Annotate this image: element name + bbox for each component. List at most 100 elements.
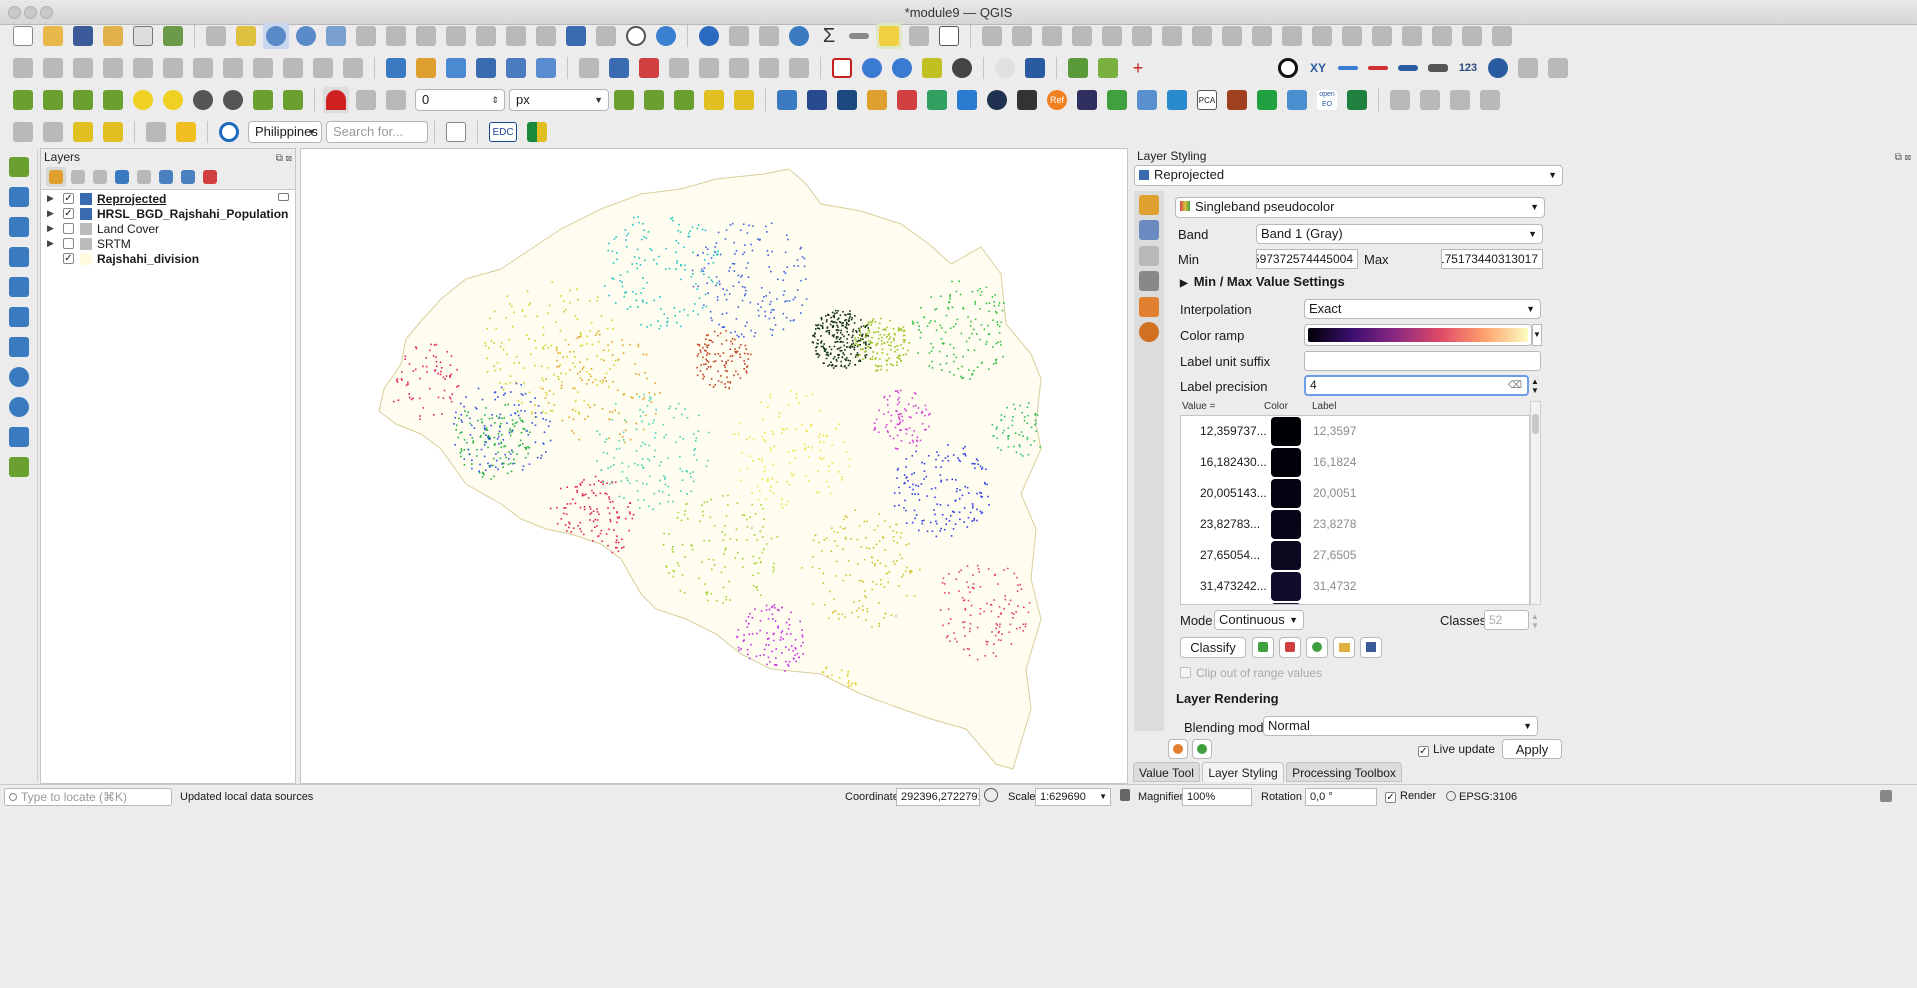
class-row[interactable]: 27,65054... 27,6505 xyxy=(1181,540,1529,571)
vertex-tool-icon[interactable] xyxy=(130,55,156,81)
delete-part-icon[interactable] xyxy=(1159,23,1185,49)
expand-arrow-icon[interactable]: ▶ xyxy=(47,193,57,204)
trace-icon[interactable] xyxy=(701,87,727,113)
plugin-4-icon[interactable] xyxy=(894,87,920,113)
collapse-all-icon[interactable] xyxy=(178,167,198,187)
undo-style-button[interactable] xyxy=(1168,739,1188,759)
class-color-swatch[interactable] xyxy=(1271,541,1301,570)
live-update-checkbox[interactable]: ✓ Live update xyxy=(1418,742,1495,757)
new-project-icon[interactable] xyxy=(10,23,36,49)
zoom-out-icon[interactable] xyxy=(293,23,319,49)
layer-item[interactable]: ▶ SRTM xyxy=(41,236,131,251)
crosshair-icon[interactable]: + xyxy=(1125,55,1151,81)
minmax-settings-toggle[interactable]: ▶ Min / Max Value Settings xyxy=(1180,274,1345,289)
label-column-header[interactable]: Label xyxy=(1312,401,1336,412)
sphere-tool-1-icon[interactable] xyxy=(190,87,216,113)
classes-spinner[interactable]: ▲ ▼ xyxy=(1530,612,1540,630)
country-select[interactable]: Philippines ▼ xyxy=(248,121,322,143)
plugin-openeo-icon[interactable]: open EO xyxy=(1314,87,1340,113)
class-row[interactable]: 12,359737... 12,3597 xyxy=(1181,416,1529,447)
cross-tool-icon[interactable] xyxy=(1545,55,1571,81)
reverse-ramp-button[interactable] xyxy=(1306,637,1328,658)
bookmark-icon[interactable] xyxy=(563,23,589,49)
layer-visibility-checkbox[interactable] xyxy=(63,238,74,249)
add-regular-polygon-icon[interactable] xyxy=(1489,23,1515,49)
tab-value-tool[interactable]: Value Tool xyxy=(1133,762,1200,782)
class-row[interactable]: 23,82783... 23,8278 xyxy=(1181,509,1529,540)
load-classes-button[interactable] xyxy=(1333,637,1355,658)
tab-processing-toolbox[interactable]: Processing Toolbox xyxy=(1286,762,1402,782)
label-precision-input[interactable]: 4 ⌫ xyxy=(1304,375,1529,396)
add-ring-icon[interactable] xyxy=(1039,23,1065,49)
add-layer-icon[interactable] xyxy=(383,55,409,81)
max-input[interactable]: 3175173440313017 xyxy=(1441,249,1543,269)
paste-features-icon[interactable] xyxy=(280,55,306,81)
merge-attributes-icon[interactable] xyxy=(1339,23,1365,49)
grid-tool-icon[interactable] xyxy=(1515,55,1541,81)
digitize-line-icon[interactable] xyxy=(979,23,1005,49)
profile-tool-2-icon[interactable] xyxy=(40,87,66,113)
deselect-icon[interactable] xyxy=(100,119,126,145)
expand-all-icon[interactable] xyxy=(156,167,176,187)
plugin-13-icon[interactable] xyxy=(1224,87,1250,113)
layer-select[interactable]: Reprojected ▼ xyxy=(1134,165,1563,186)
show-bookmarks-icon[interactable] xyxy=(593,23,619,49)
delete-ring-icon[interactable] xyxy=(1129,23,1155,49)
avoid-overlap-icon[interactable] xyxy=(641,87,667,113)
plugin-7-icon[interactable] xyxy=(984,87,1010,113)
temporal-controller-icon[interactable] xyxy=(623,23,649,49)
manage-visibility-icon[interactable] xyxy=(90,167,110,187)
diagram-move-icon[interactable] xyxy=(756,55,782,81)
zoom-full-icon[interactable] xyxy=(323,23,349,49)
clear-input-icon[interactable]: ⌫ xyxy=(1508,377,1522,394)
redo-icon[interactable] xyxy=(340,55,366,81)
cut-features-icon[interactable] xyxy=(220,55,246,81)
color-ramp-dropdown[interactable]: ▼ xyxy=(1532,324,1542,346)
precision-spinner[interactable]: ▲ ▼ xyxy=(1530,377,1540,395)
curve-plugin-icon[interactable] xyxy=(173,119,199,145)
circle-tool-icon[interactable] xyxy=(1275,55,1301,81)
label-show-icon[interactable] xyxy=(636,55,662,81)
float-panel-icon[interactable]: ⧉ xyxy=(276,153,283,164)
zoom-next-icon[interactable] xyxy=(473,23,499,49)
zoom-to-selection-icon[interactable] xyxy=(353,23,379,49)
profile-tool-3-icon[interactable] xyxy=(70,87,96,113)
toggle-extents-icon[interactable] xyxy=(984,788,998,802)
class-value[interactable]: 31,473242... xyxy=(1200,579,1267,593)
class-label[interactable]: 20,0051 xyxy=(1313,486,1356,500)
split-features-icon[interactable] xyxy=(1249,23,1275,49)
simplify-icon[interactable] xyxy=(1399,23,1425,49)
apply-button[interactable]: Apply xyxy=(1502,739,1562,759)
history-tab-icon[interactable] xyxy=(1139,322,1159,342)
class-color-swatch[interactable] xyxy=(1271,417,1301,446)
label-pin-icon[interactable] xyxy=(606,55,632,81)
profile-tool-4-icon[interactable] xyxy=(100,87,126,113)
select-by-expression-icon[interactable] xyxy=(70,119,96,145)
magnifier-field[interactable]: 100% xyxy=(1182,788,1252,806)
snapping-magnet-icon[interactable] xyxy=(323,87,349,113)
self-snap-icon[interactable] xyxy=(731,87,757,113)
transparency-tab-icon[interactable] xyxy=(1139,220,1159,240)
route-tool-icon[interactable] xyxy=(1485,55,1511,81)
renderer-type-select[interactable]: Singleband pseudocolor ▼ xyxy=(1175,197,1545,218)
open-project-icon[interactable] xyxy=(40,23,66,49)
intersection-snap-icon[interactable] xyxy=(671,87,697,113)
layer-item[interactable]: ▶ ✓ Reprojected xyxy=(41,191,166,206)
dots-icon[interactable] xyxy=(992,55,1018,81)
sphere-tool-2-icon[interactable] xyxy=(220,87,246,113)
map-tips-icon[interactable] xyxy=(876,23,902,49)
y-tool-2-icon[interactable] xyxy=(280,87,306,113)
class-value[interactable]: 16,182430... xyxy=(1200,455,1267,469)
minimize-window-button[interactable] xyxy=(24,6,37,19)
add-rectangle-icon[interactable] xyxy=(1459,23,1485,49)
classes-input[interactable]: 52 xyxy=(1484,610,1529,630)
locator-search-icon[interactable] xyxy=(216,119,242,145)
layer-item[interactable]: ▶ Land Cover xyxy=(41,221,159,236)
add-mesh-layer-icon[interactable] xyxy=(6,214,32,240)
plugin-9-icon[interactable] xyxy=(1074,87,1100,113)
add-delimited-text-icon[interactable] xyxy=(6,244,32,270)
class-row[interactable]: 16,182430... 16,1824 xyxy=(1181,447,1529,478)
float-styling-icon[interactable]: ⧉ xyxy=(1895,152,1902,163)
line-tool-icon[interactable] xyxy=(1335,55,1361,81)
snapping-type-icon[interactable] xyxy=(383,87,409,113)
